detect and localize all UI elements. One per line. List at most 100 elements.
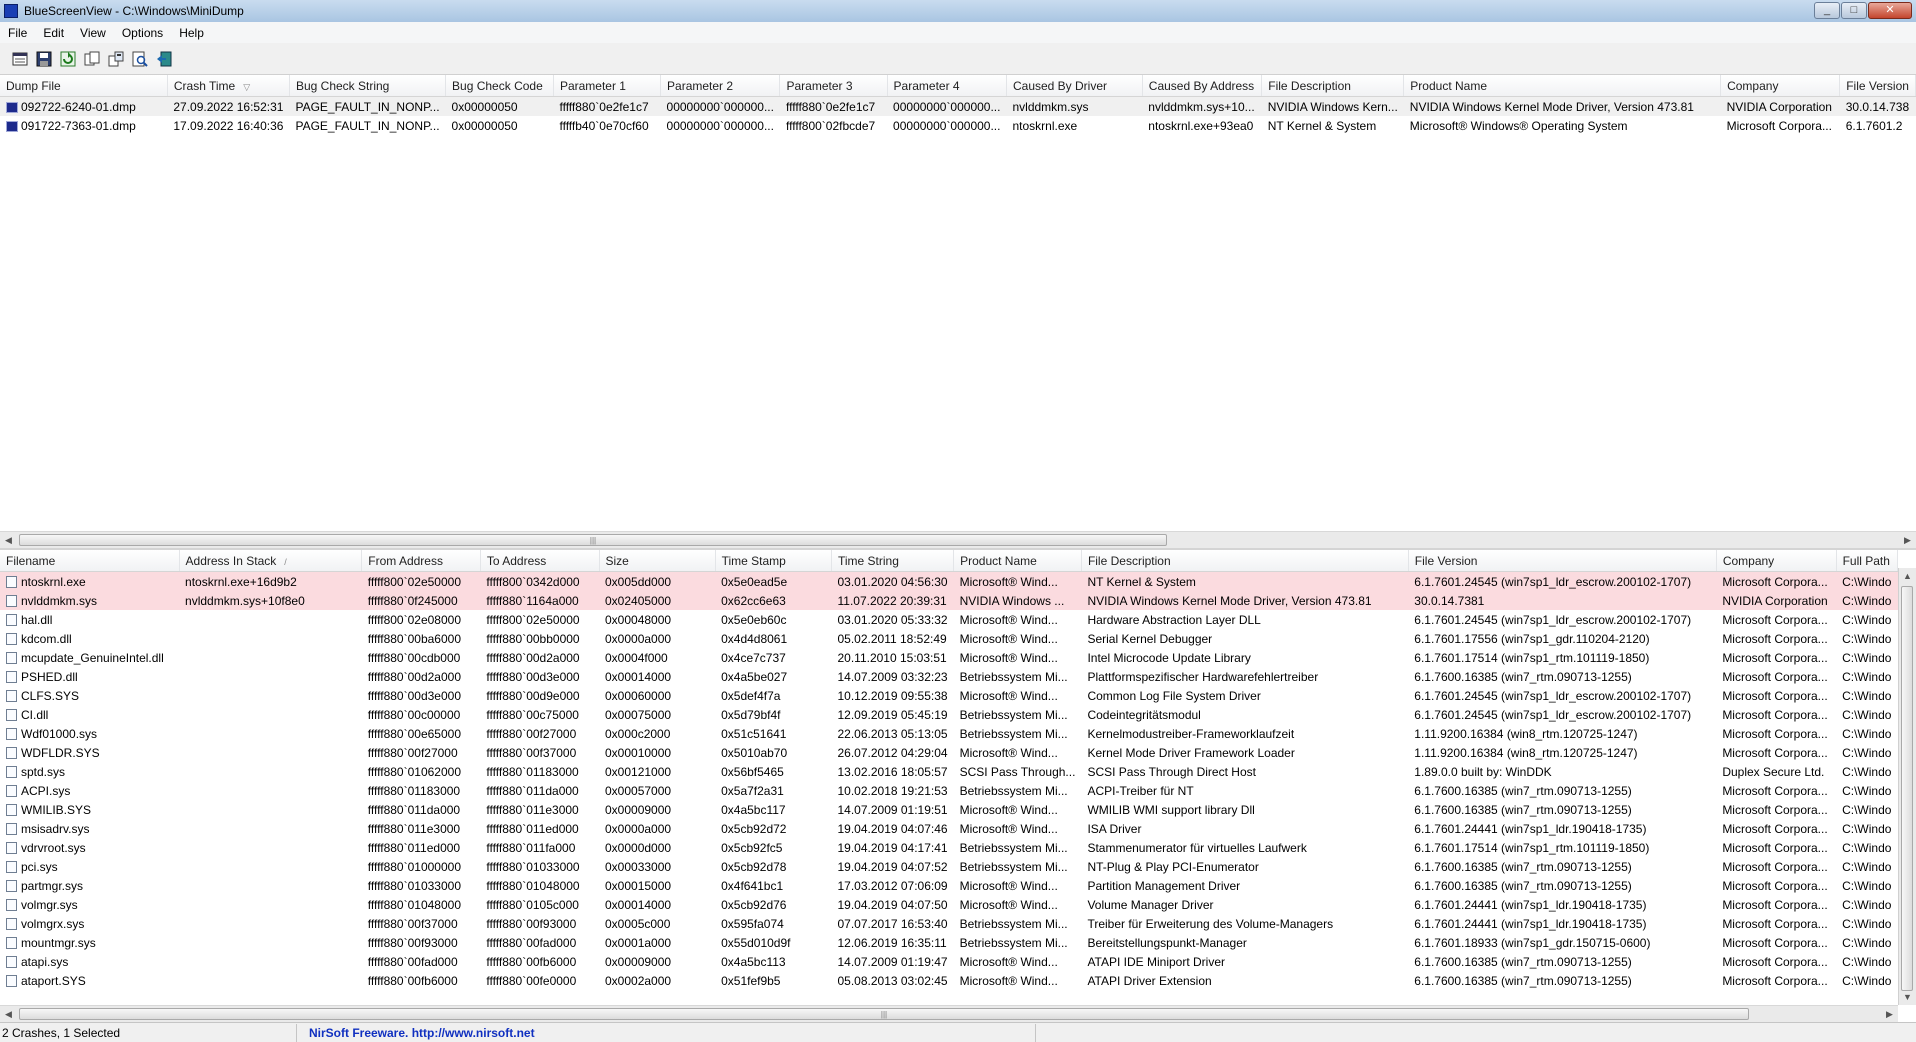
dumps-col-company[interactable]: Company <box>1720 75 1841 97</box>
cell-parameter-3: fffff800`02fbcde7 <box>785 118 876 133</box>
module-row[interactable]: CLFS.SYS fffff880`00d3e000 fffff880`00d9e0… <box>0 686 1898 705</box>
modules-col-file-version[interactable]: File Version <box>1408 550 1717 572</box>
module-row[interactable]: partmgr.sys fffff880`01033000 fffff880`010… <box>0 876 1898 895</box>
dumps-col-parameter-1[interactable]: Parameter 1 <box>553 75 662 97</box>
modules-col-company[interactable]: Company <box>1716 550 1837 572</box>
menu-edit[interactable]: Edit <box>35 26 72 40</box>
scroll-left-arrow[interactable]: ◀ <box>0 1006 17 1022</box>
cell-company: Microsoft Corpora... <box>1722 840 1828 855</box>
module-row[interactable]: ACPI.sys fffff880`01183000 fffff880`011da0… <box>0 781 1898 800</box>
cell-company: Microsoft Corpora... <box>1722 821 1828 836</box>
crash-dump-row[interactable]: 091722-7363-01.dmp 17.09.2022 16:40:36 PAG… <box>0 116 1916 135</box>
properties-button[interactable] <box>8 47 32 71</box>
nirsoft-link[interactable]: NirSoft Freeware. http://www.nirsoft.net <box>297 1023 1036 1042</box>
scrollbar-thumb[interactable]: ||| <box>19 534 1167 546</box>
find-button[interactable] <box>128 47 152 71</box>
dumps-col-caused-by-driver[interactable]: Caused By Driver <box>1006 75 1143 97</box>
module-row[interactable]: ataport.SYS fffff880`00fb6000 fffff880`00f… <box>0 971 1898 990</box>
module-row[interactable]: PSHED.dll fffff880`00d2a000 fffff880`00d3e… <box>0 667 1898 686</box>
dumps-col-parameter-4[interactable]: Parameter 4 <box>887 75 1007 97</box>
cell-from-address: fffff880`00f37000 <box>367 916 458 931</box>
refresh-button[interactable] <box>56 47 80 71</box>
cell-file-version: 6.1.7600.16385 (win7_rtm.090713-1255) <box>1414 878 1632 893</box>
modules-col-to-address[interactable]: To Address <box>480 550 600 572</box>
bottom-horizontal-scrollbar[interactable]: ◀ ||| ▶ <box>0 1005 1898 1022</box>
module-row[interactable]: atapi.sys fffff880`00fad000 fffff880`00fb6… <box>0 952 1898 971</box>
module-row[interactable]: pci.sys fffff880`01000000 fffff880`0103300… <box>0 857 1898 876</box>
crash-dump-list[interactable]: Dump File Crash Time ▽ Bug Check String Bug … <box>0 75 1916 531</box>
module-list[interactable]: Filename Address In Stack / From Address To … <box>0 550 1898 1005</box>
module-row[interactable]: mountmgr.sys fffff880`00f93000 fffff880`00… <box>0 933 1898 952</box>
modules-col-time-stamp[interactable]: Time Stamp <box>715 550 832 572</box>
cell-address-in-stack <box>179 876 362 895</box>
cell-product-name: Betriebssystem Mi... <box>959 707 1068 722</box>
dumps-col-file-version[interactable]: File Version <box>1839 75 1916 97</box>
scroll-down-arrow[interactable]: ▼ <box>1899 989 1916 1005</box>
menu-view[interactable]: View <box>72 26 114 40</box>
cell-time-string: 19.04.2019 04:07:52 <box>837 859 948 874</box>
modules-col-from-address[interactable]: From Address <box>361 550 481 572</box>
advanced-options-icon <box>108 51 124 66</box>
scroll-left-arrow[interactable]: ◀ <box>0 532 17 548</box>
dumps-col-file-description[interactable]: File Description <box>1261 75 1405 97</box>
crash-dump-row[interactable]: 092722-6240-01.dmp 27.09.2022 16:52:31 PAG… <box>0 96 1916 116</box>
minimize-button[interactable]: _ <box>1814 2 1840 19</box>
advanced-options-button[interactable] <box>104 47 128 71</box>
dumps-col-dump-file[interactable]: Dump File <box>0 75 168 97</box>
modules-col-filename[interactable]: Filename <box>0 550 180 572</box>
close-button[interactable]: ✕ <box>1868 2 1912 19</box>
top-horizontal-scrollbar[interactable]: ◀ ||| ▶ <box>0 531 1916 548</box>
module-row[interactable]: WMILIB.SYS fffff880`011da000 fffff880`011e… <box>0 800 1898 819</box>
modules-col-time-string[interactable]: Time String <box>831 550 955 572</box>
modules-col-size[interactable]: Size <box>599 550 716 572</box>
scroll-right-arrow[interactable]: ▶ <box>1899 532 1916 548</box>
module-row[interactable]: nvlddmkm.sys nvlddmkm.sys+10f8e0 fffff880`… <box>0 591 1898 610</box>
bottom-vertical-scrollbar[interactable]: ▲ ▼ <box>1898 568 1916 1005</box>
module-row[interactable]: volmgr.sys fffff880`01048000 fffff880`0105… <box>0 895 1898 914</box>
dumps-col-parameter-2[interactable]: Parameter 2 <box>660 75 781 97</box>
module-row[interactable]: WDFLDR.SYS fffff880`00f27000 fffff880`00f3… <box>0 743 1898 762</box>
maximize-button[interactable]: □ <box>1841 2 1867 19</box>
module-row[interactable]: mcupdate_GenuineIntel.dll fffff880`00cdb0… <box>0 648 1898 667</box>
dumps-col-parameter-3[interactable]: Parameter 3 <box>779 75 888 97</box>
cell-time-string: 14.07.2009 01:19:47 <box>837 954 948 969</box>
cell-company: Microsoft Corpora... <box>1722 973 1828 988</box>
module-row[interactable]: hal.dll fffff800`02e08000 fffff800`02e5000… <box>0 610 1898 629</box>
dumps-col-crash-time[interactable]: Crash Time ▽ <box>167 75 290 97</box>
dumps-col-product-name[interactable]: Product Name <box>1403 75 1722 97</box>
scrollbar-thumb[interactable]: ||| <box>19 1008 1749 1020</box>
dumps-col-bug-check-code[interactable]: Bug Check Code <box>445 75 554 97</box>
module-row[interactable]: vdrvroot.sys fffff880`011ed000 fffff880`01… <box>0 838 1898 857</box>
cell-file-version: 6.1.7601.18933 (win7sp1_gdr.150715-0600) <box>1414 935 1651 950</box>
exit-button[interactable] <box>152 47 176 71</box>
menu-file[interactable]: File <box>0 26 35 40</box>
cell-product-name: Microsoft® Wind... <box>959 631 1058 646</box>
module-row[interactable]: ntoskrnl.exe ntoskrnl.exe+16d9b2 fffff800`… <box>0 571 1898 591</box>
module-row[interactable]: sptd.sys fffff880`01062000 fffff880`011830… <box>0 762 1898 781</box>
cell-from-address: fffff880`00d3e000 <box>367 688 461 703</box>
scroll-up-arrow[interactable]: ▲ <box>1899 568 1916 584</box>
cell-product-name: Microsoft® Wind... <box>959 973 1058 988</box>
dumps-col-caused-by-address[interactable]: Caused By Address <box>1142 75 1263 97</box>
save-button[interactable] <box>32 47 56 71</box>
window-title: BlueScreenView - C:\Windows\MiniDump <box>24 4 244 18</box>
module-row[interactable]: CI.dll fffff880`00c00000 fffff880`00c75000… <box>0 705 1898 724</box>
cell-to-address: fffff880`00d2a000 <box>486 650 580 665</box>
modules-col-full-path[interactable]: Full Path <box>1836 550 1898 572</box>
dumps-col-bug-check-string[interactable]: Bug Check String <box>289 75 447 97</box>
cell-product-name: Betriebssystem Mi... <box>959 935 1068 950</box>
module-row[interactable]: msisadrv.sys fffff880`011e3000 fffff880`01… <box>0 819 1898 838</box>
vertical-scrollbar-thumb[interactable] <box>1901 586 1913 991</box>
scroll-right-arrow[interactable]: ▶ <box>1881 1006 1898 1022</box>
menu-options[interactable]: Options <box>114 26 171 40</box>
modules-col-address-in-stack[interactable]: Address In Stack / <box>179 550 363 572</box>
module-row[interactable]: Wdf01000.sys fffff880`00e65000 fffff880`00… <box>0 724 1898 743</box>
cell-full-path: C:\Windo <box>1842 764 1892 779</box>
modules-col-file-description[interactable]: File Description <box>1081 550 1409 572</box>
copy-button[interactable] <box>80 47 104 71</box>
cell-filename: atapi.sys <box>0 952 179 971</box>
module-row[interactable]: kdcom.dll fffff880`00ba6000 fffff880`00bb0… <box>0 629 1898 648</box>
modules-col-product-name[interactable]: Product Name <box>953 550 1082 572</box>
menu-help[interactable]: Help <box>171 26 212 40</box>
module-row[interactable]: volmgrx.sys fffff880`00f37000 fffff880`00f… <box>0 914 1898 933</box>
